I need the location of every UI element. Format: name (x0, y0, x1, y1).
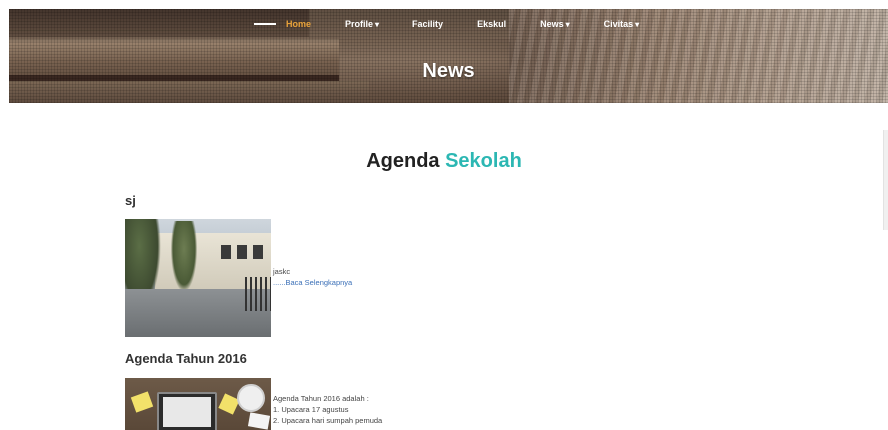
read-more-link[interactable]: ......Baca Selengkapnya (273, 277, 352, 288)
nav-item-label: News (540, 19, 564, 29)
laptop-image (157, 392, 217, 430)
window-shape (221, 245, 231, 259)
excerpt-line: jaskc (273, 267, 291, 276)
post-thumbnail[interactable] (125, 378, 271, 430)
nav-item-label: Profile (345, 19, 374, 29)
nav-item-news[interactable]: News ▾ (540, 19, 570, 29)
chevron-down-icon: ▾ (565, 19, 570, 29)
nav-item-label: Facility (412, 19, 444, 29)
tree-image (171, 221, 197, 291)
scrollbar[interactable] (883, 130, 888, 230)
nav-item-label: Civitas (603, 19, 634, 29)
nav-item-ekskul[interactable]: Ekskul (477, 19, 506, 29)
section-title-main: Agenda (366, 150, 440, 172)
post-title[interactable]: sj (125, 193, 136, 208)
cup-image (237, 384, 265, 412)
sticky-note-image (130, 391, 154, 413)
nav-item-profile[interactable]: Profile ▾ (345, 19, 379, 29)
nav-item-label: Ekskul (477, 19, 507, 29)
main-nav: Home Profile ▾ Facility Ekskul News ▾ Ci… (254, 13, 639, 35)
nav-item-civitas[interactable]: Civitas ▾ (604, 19, 640, 29)
post-thumbnail[interactable] (125, 219, 271, 337)
paper-image (247, 412, 271, 430)
section-title: Agenda Sekolah (0, 150, 888, 173)
section-title-accent: Sekolah (445, 150, 522, 172)
nav-active-indicator (254, 23, 276, 25)
window-shape (237, 245, 247, 259)
excerpt-line: 2. Upacara hari sumpah pemuda (273, 416, 383, 425)
page-title: News (422, 60, 475, 82)
nav-item-facility[interactable]: Facility (412, 19, 443, 29)
excerpt-line: 1. Upacara 17 agustus (273, 405, 349, 414)
post-title[interactable]: Agenda Tahun 2016 (125, 351, 247, 366)
hero-banner: Home Profile ▾ Facility Ekskul News ▾ Ci… (9, 9, 888, 103)
chevron-down-icon: ▾ (635, 19, 640, 29)
chevron-down-icon: ▾ (375, 19, 380, 29)
post-excerpt: jaskc ......Baca Selengkapnya (273, 266, 352, 288)
post-excerpt: Agenda Tahun 2016 adalah : 1. Upacara 17… (273, 393, 382, 426)
nav-item-home[interactable]: Home (286, 19, 311, 29)
window-shape (253, 245, 263, 259)
nav-item-label: Home (286, 19, 312, 29)
gate-image (245, 277, 271, 311)
excerpt-line: Agenda Tahun 2016 adalah : (273, 394, 369, 403)
